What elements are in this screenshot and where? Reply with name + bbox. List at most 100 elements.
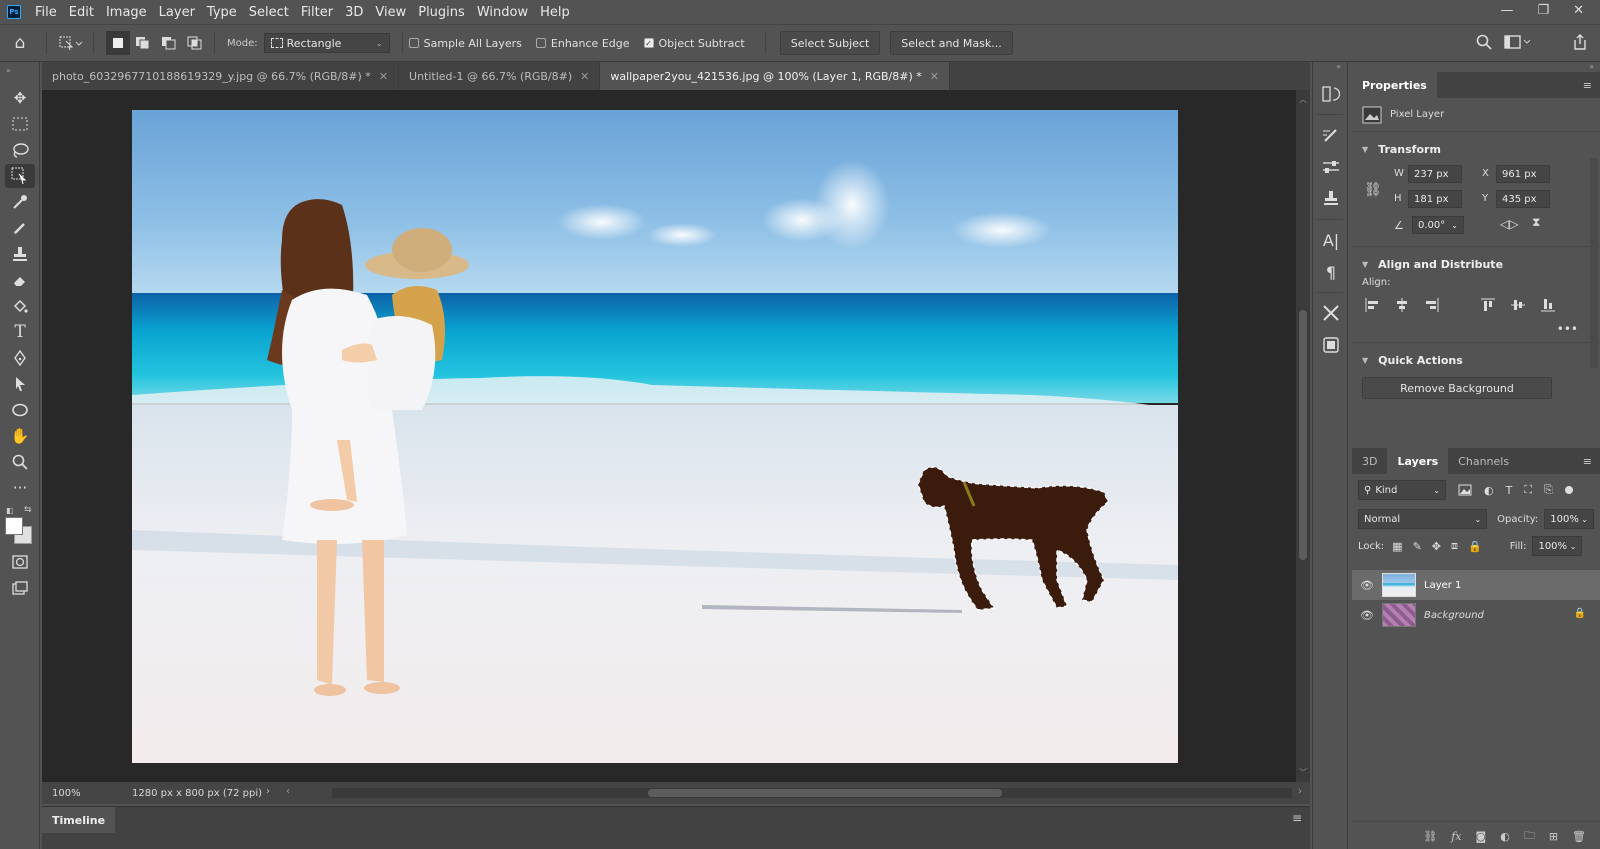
lock-pixels-icon[interactable]: ✎ <box>1413 540 1422 553</box>
eraser-tool-icon[interactable] <box>5 268 35 292</box>
align-center-h-icon[interactable] <box>1392 298 1412 312</box>
quick-actions-section[interactable]: ▼ Quick Actions <box>1352 349 1600 371</box>
filter-smart-object-icon[interactable]: ⎘ <box>1544 483 1553 497</box>
workspace-icon[interactable] <box>1504 35 1530 49</box>
stamp-tool-icon[interactable] <box>5 242 35 266</box>
menu-3d[interactable]: 3D <box>345 5 363 20</box>
menu-select[interactable]: Select <box>249 5 289 20</box>
close-tab-icon[interactable]: ✕ <box>379 70 388 83</box>
collapse-panels-icon[interactable]: « <box>1313 62 1347 74</box>
tab-channels[interactable]: Channels <box>1448 448 1519 474</box>
ellipse-tool-icon[interactable] <box>5 398 35 422</box>
adjustments-icon[interactable] <box>1318 155 1344 179</box>
flip-vertical-icon[interactable]: ⧗ <box>1532 215 1540 230</box>
add-mask-icon[interactable]: ◙ <box>1476 830 1487 843</box>
menu-image[interactable]: Image <box>106 5 147 20</box>
layer-name[interactable]: Background <box>1424 610 1484 621</box>
select-subject-button[interactable]: Select Subject <box>779 31 881 55</box>
tab-3d[interactable]: 3D <box>1352 448 1387 474</box>
properties-scrollbar[interactable] <box>1590 158 1598 368</box>
close-icon[interactable]: ✕ <box>1573 3 1584 18</box>
tool-presets-icon[interactable] <box>1318 301 1344 325</box>
filter-kind-dropdown[interactable]: ⚲ Kind ⌄ <box>1358 480 1446 500</box>
menu-filter[interactable]: Filter <box>301 5 333 20</box>
flip-horizontal-icon[interactable]: ◁▷ <box>1500 217 1518 231</box>
default-colors-icon[interactable]: ◧ <box>6 506 14 515</box>
menu-view[interactable]: View <box>375 5 406 20</box>
swap-colors-icon[interactable]: ⇆ <box>24 505 32 515</box>
width-field[interactable]: 237 px <box>1408 165 1462 183</box>
link-icon[interactable]: ⛓ <box>1364 182 1382 198</box>
align-left-icon[interactable] <box>1362 298 1382 312</box>
panel-menu-icon[interactable]: ≡ <box>1292 811 1302 825</box>
type-tool-icon[interactable]: T <box>5 320 35 344</box>
close-tab-icon[interactable]: ✕ <box>930 70 939 83</box>
new-selection-icon[interactable] <box>106 31 130 55</box>
move-tool-icon[interactable]: ✥ <box>5 86 35 110</box>
remove-background-button[interactable]: Remove Background <box>1362 377 1552 399</box>
home-icon[interactable]: ⌂ <box>0 33 40 53</box>
filter-toggle[interactable] <box>1564 486 1573 494</box>
search-icon[interactable] <box>1476 34 1492 50</box>
y-field[interactable]: 435 px <box>1496 190 1550 208</box>
more-options-icon[interactable]: ••• <box>1352 316 1600 336</box>
lock-artboard-icon[interactable]: ⧈ <box>1451 539 1458 553</box>
color-swatches[interactable]: ◧ ⇆ <box>0 502 39 548</box>
menu-file[interactable]: File <box>35 5 57 20</box>
canvas-area[interactable] <box>42 90 1310 782</box>
menu-edit[interactable]: Edit <box>69 5 94 20</box>
align-right-icon[interactable] <box>1422 298 1442 312</box>
lock-transparent-icon[interactable]: ▦ <box>1392 540 1402 553</box>
restore-icon[interactable]: ❐ <box>1537 3 1549 18</box>
quick-mask-icon[interactable] <box>5 550 35 574</box>
panel-menu-icon[interactable]: ≡ <box>1575 79 1600 98</box>
panel-menu-icon[interactable]: ≡ <box>1575 455 1600 474</box>
character-icon[interactable]: A| <box>1318 228 1344 252</box>
new-adjustment-icon[interactable]: ◐ <box>1500 830 1510 843</box>
transform-section[interactable]: ▼ Transform <box>1352 138 1600 160</box>
blend-mode-dropdown[interactable]: Normal ⌄ <box>1358 509 1488 529</box>
menu-plugins[interactable]: Plugins <box>418 5 465 20</box>
enhance-edge-checkbox[interactable]: Enhance Edge <box>535 37 630 50</box>
add-to-selection-icon[interactable] <box>130 36 156 50</box>
chevron-right-icon[interactable]: › <box>266 786 270 797</box>
lock-all-icon[interactable]: 🔒 <box>1468 540 1482 553</box>
menu-help[interactable]: Help <box>540 5 570 20</box>
vertical-scroll-thumb[interactable] <box>1299 310 1307 560</box>
layer-row[interactable]: 👁 Background 🔒 <box>1352 600 1600 630</box>
screen-mode-icon[interactable] <box>5 576 35 600</box>
paint-bucket-tool-icon[interactable] <box>5 294 35 318</box>
filter-shape-icon[interactable]: ⛶ <box>1524 483 1532 497</box>
document-tab[interactable]: photo_6032967710188619329_y.jpg @ 66.7% … <box>42 62 400 90</box>
minimize-icon[interactable]: — <box>1500 3 1513 18</box>
tool-preset-picker[interactable] <box>53 35 87 51</box>
document-info[interactable]: 1280 px x 800 px (72 ppi) <box>132 788 262 799</box>
chevron-right-icon[interactable]: › <box>1298 786 1302 797</box>
filter-pixel-icon[interactable] <box>1458 484 1472 496</box>
document-tab[interactable]: Untitled-1 @ 66.7% (RGB/8#) ✕ <box>399 62 601 90</box>
marquee-tool-icon[interactable] <box>5 112 35 136</box>
menu-type[interactable]: Type <box>207 5 237 20</box>
object-subtract-checkbox[interactable]: ✓ Object Subtract <box>643 37 745 50</box>
sample-all-layers-checkbox[interactable]: Sample All Layers <box>408 37 522 50</box>
document-tab-active[interactable]: wallpaper2you_421536.jpg @ 100% (Layer 1… <box>600 62 950 90</box>
pen-tool-icon[interactable] <box>5 346 35 370</box>
document-canvas[interactable] <box>132 110 1178 763</box>
share-icon[interactable] <box>1572 33 1588 51</box>
menu-window[interactable]: Window <box>477 5 528 20</box>
filter-type-icon[interactable]: T <box>1506 484 1513 497</box>
lasso-tool-icon[interactable] <box>5 138 35 162</box>
layer-row[interactable]: 👁 Layer 1 <box>1352 570 1600 600</box>
paragraph-icon[interactable]: ¶ <box>1318 260 1344 284</box>
clone-source-icon[interactable] <box>1318 187 1344 211</box>
collapse-toolbar-icon[interactable]: » <box>0 62 39 84</box>
fill-field[interactable]: 100% ⌄ <box>1532 536 1583 556</box>
chevron-down-icon[interactable]: ﹀ <box>1299 767 1307 778</box>
zoom-level[interactable]: 100% <box>52 788 122 799</box>
mode-dropdown[interactable]: Rectangle ⌄ <box>263 33 390 53</box>
visibility-eye-icon[interactable]: 👁 <box>1360 609 1374 622</box>
opacity-field[interactable]: 100% ⌄ <box>1544 509 1594 529</box>
eyedropper-tool-icon[interactable] <box>5 190 35 214</box>
layer-name[interactable]: Layer 1 <box>1424 580 1461 591</box>
visibility-eye-icon[interactable]: 👁 <box>1360 579 1374 592</box>
